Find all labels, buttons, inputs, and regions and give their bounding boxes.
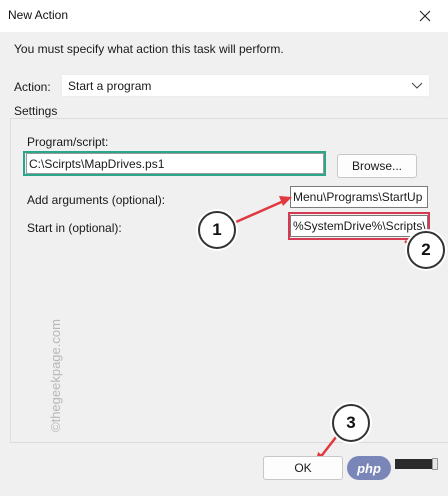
arguments-label: Add arguments (optional): — [27, 193, 166, 207]
cancel-button-obscured — [395, 459, 432, 469]
start-in-highlight — [288, 212, 430, 240]
instruction-text: You must specify what action this task w… — [14, 42, 284, 56]
action-dropdown[interactable]: Start a program — [61, 74, 430, 97]
program-script-label: Program/script: — [27, 135, 109, 149]
watermark: ©thegeekpage.com — [48, 319, 63, 432]
callout-1: 1 — [198, 211, 236, 249]
browse-button[interactable]: Browse... — [337, 154, 417, 178]
program-script-highlight — [23, 151, 326, 176]
start-in-label: Start in (optional): — [27, 221, 122, 235]
close-button[interactable] — [401, 0, 448, 32]
callout-2: 2 — [407, 231, 445, 269]
action-label: Action: — [14, 80, 51, 94]
help-button-edge — [432, 458, 438, 470]
settings-group-label: Settings — [14, 104, 58, 118]
chevron-down-icon — [411, 82, 423, 89]
action-selected-value: Start a program — [68, 79, 152, 93]
ok-button-label: OK — [294, 461, 312, 475]
arguments-input[interactable]: Menu\Programs\StartUp — [290, 186, 428, 208]
title-bar: New Action — [0, 0, 448, 32]
close-icon — [419, 10, 430, 22]
watermark-text: ©thegeekpage.com — [48, 319, 63, 432]
php-badge: php — [347, 456, 391, 480]
ok-button[interactable]: OK — [263, 456, 343, 480]
window-title: New Action — [8, 8, 69, 22]
callout-3: 3 — [332, 404, 370, 442]
browse-button-label: Browse... — [351, 159, 402, 173]
